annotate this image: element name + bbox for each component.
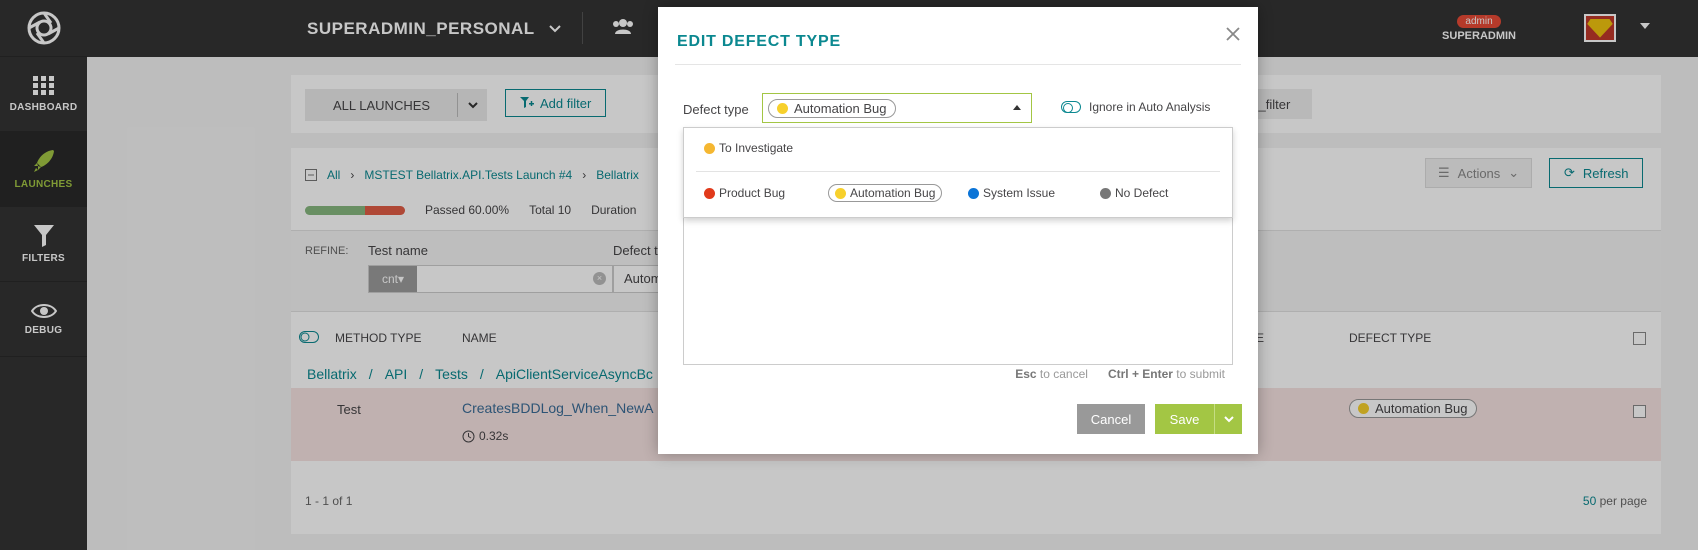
option-automation-bug[interactable]: Automation Bug [828,184,943,202]
automation-bug-dot [777,102,788,114]
close-icon[interactable] [1226,27,1240,41]
keyboard-hints: Esc to cancel Ctrl + Enter to submit [1015,367,1225,381]
option-to-investigate[interactable]: To Investigate [704,141,793,155]
defect-type-label: Defect type [683,102,749,117]
esc-hint: Esc to cancel [1015,367,1088,381]
option-product-bug[interactable]: Product Bug [704,186,785,200]
save-label[interactable]: Save [1155,404,1214,434]
system-issue-dot [968,187,979,199]
product-bug-dot [704,187,715,199]
defect-type-dropdown: To Investigate Product Bug Automation Bu… [683,127,1233,218]
edit-defect-modal: EDIT DEFECT TYPE Defect type Automation … [658,7,1258,454]
option-label: Automation Bug [850,186,936,200]
automation-bug-dot [835,187,846,199]
no-defect-dot [1100,187,1111,199]
caret-up-icon [1013,105,1021,110]
to-investigate-dot [704,142,715,154]
modal-title: EDIT DEFECT TYPE [677,33,841,50]
divider [675,64,1241,65]
selected-defect-label: Automation Bug [794,100,887,116]
selected-defect-chip: Automation Bug [768,98,896,118]
option-system-issue[interactable]: System Issue [968,186,1055,200]
submit-hint: Ctrl + Enter to submit [1107,367,1225,381]
option-label: To Investigate [719,141,794,155]
cancel-button[interactable]: Cancel [1077,404,1145,434]
ignore-aa-toggle[interactable]: Ignore in Auto Analysis [1061,100,1210,114]
chevron-down-icon[interactable] [1214,404,1242,434]
ignore-aa-label: Ignore in Auto Analysis [1089,100,1211,114]
save-button[interactable]: Save [1155,404,1242,434]
option-label: Product Bug [719,186,786,200]
defect-type-select[interactable]: Automation Bug [762,93,1032,123]
option-label: System Issue [983,186,1056,200]
divider [696,171,1220,172]
option-label: No Defect [1115,186,1169,200]
option-no-defect[interactable]: No Defect [1100,186,1168,200]
toggle-icon[interactable] [1061,101,1081,113]
